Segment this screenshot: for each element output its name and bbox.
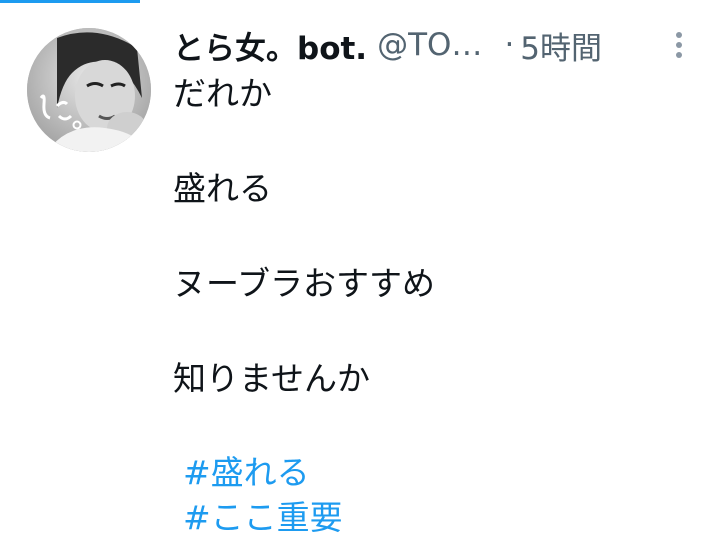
hashtag-link[interactable]: #ここ重要 (183, 495, 687, 540)
top-accent-bar (0, 0, 140, 3)
more-options-icon[interactable] (671, 30, 687, 60)
hashtag-link[interactable]: #盛れる (183, 450, 687, 495)
tweet-line: だれか (173, 74, 272, 113)
user-handle[interactable]: @TO… (377, 27, 482, 63)
avatar[interactable] (27, 28, 151, 152)
separator-dot: · (504, 27, 515, 63)
display-name[interactable]: とら女。bot. (173, 23, 367, 68)
tweet-line: 盛れる (173, 169, 272, 208)
tweet-line: 知りませんか (173, 359, 371, 398)
tweet-text: だれか 盛れる ヌーブラおすすめ 知りませんか #盛れる #ここ重要 (173, 70, 687, 540)
tweet-header: とら女。bot. @TO… · 5時間 (173, 22, 687, 68)
tweet-view: とら女。bot. @TO… · 5時間 だれか 盛れる ヌーブラおすすめ 知りま… (0, 0, 707, 553)
avatar-photo (27, 28, 151, 152)
timestamp[interactable]: 5時間 (520, 23, 602, 68)
tweet-line: ヌーブラおすすめ (173, 264, 436, 303)
